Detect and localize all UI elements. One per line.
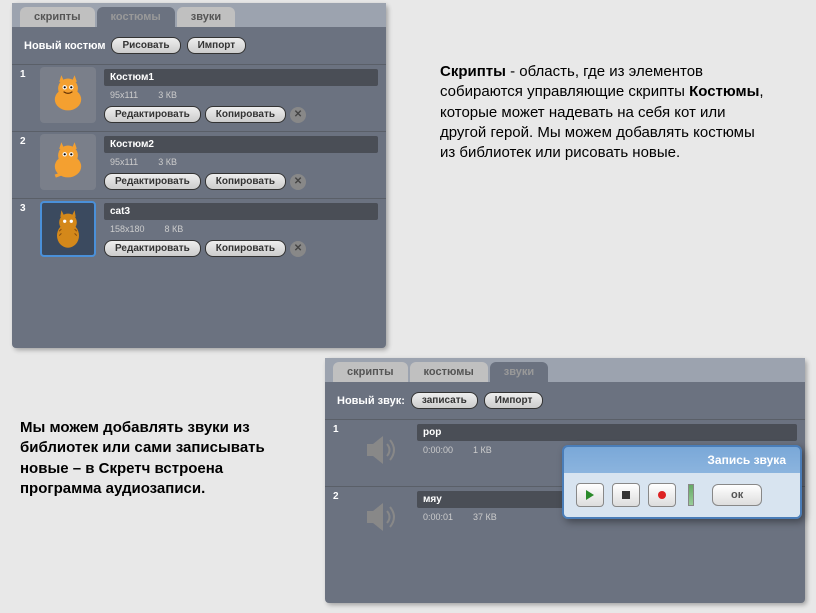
costume-dim: 158x180: [110, 224, 145, 234]
vu-meter: [688, 484, 694, 506]
sound-time: 0:00:01: [423, 512, 453, 522]
costume-thumbnail[interactable]: [40, 67, 96, 123]
item-number: 1: [20, 69, 32, 80]
draw-button[interactable]: Рисовать: [111, 37, 180, 54]
edit-button[interactable]: Редактировать: [104, 173, 201, 190]
copy-button[interactable]: Копировать: [205, 106, 286, 123]
costume-buttons: Редактировать Копировать ✕: [104, 240, 378, 257]
copy-button[interactable]: Копировать: [205, 240, 286, 257]
costume-dim: 95x111: [110, 157, 138, 167]
play-icon: [585, 490, 595, 500]
costume-info: cat3 158x180 8 КВ Редактировать Копирова…: [104, 203, 378, 257]
tab-costumes[interactable]: костюмы: [97, 7, 175, 27]
costume-name[interactable]: cat3: [104, 203, 378, 220]
costume-meta: 95x111 3 КВ: [104, 88, 378, 106]
item-number: 2: [20, 136, 32, 147]
description-sounds: Мы можем добавлять звуки из библиотек ил…: [20, 418, 290, 499]
costume-info: Костюм2 95x111 3 КВ Редактировать Копиро…: [104, 136, 378, 190]
recorder-body: ок: [564, 473, 800, 517]
costume-dim: 95x111: [110, 90, 138, 100]
new-costume-label: Новый костюм: [24, 40, 105, 52]
ok-button[interactable]: ок: [712, 484, 762, 506]
costume-item: 2 Костюм2 95x111 3 КВ Редактировать Копи…: [12, 131, 386, 198]
play-button[interactable]: [576, 483, 604, 507]
delete-icon[interactable]: ✕: [290, 174, 306, 190]
costume-meta: 95x111 3 КВ: [104, 155, 378, 173]
costume-size: 8 КВ: [165, 224, 184, 234]
cat-icon: [46, 140, 90, 184]
costume-item: 3 cat3 158x180 8 КВ Редактировать Копиро…: [12, 198, 386, 265]
costume-size: 3 КВ: [158, 157, 177, 167]
speaker-icon: [361, 430, 401, 470]
item-number: 1: [333, 424, 345, 435]
tab-sounds[interactable]: звуки: [177, 7, 235, 27]
edit-button[interactable]: Редактировать: [104, 106, 201, 123]
stop-icon: [621, 490, 631, 500]
sound-thumbnail[interactable]: [353, 489, 409, 545]
bold-costumes: Костюмы: [689, 83, 759, 100]
costume-item: 1 Костюм1 95x111 3 КВ Редактировать Копи…: [12, 64, 386, 131]
tabs-bar: скрипты костюмы звуки: [325, 358, 805, 382]
cat-icon: [46, 207, 90, 251]
item-number: 2: [333, 491, 345, 502]
delete-icon[interactable]: ✕: [290, 241, 306, 257]
costume-name[interactable]: Костюм2: [104, 136, 378, 153]
import-button[interactable]: Импорт: [187, 37, 247, 54]
costume-name[interactable]: Костюм1: [104, 69, 378, 86]
sound-name[interactable]: pop: [417, 424, 797, 441]
costume-buttons: Редактировать Копировать ✕: [104, 173, 378, 190]
stop-button[interactable]: [612, 483, 640, 507]
tab-scripts[interactable]: скрипты: [20, 7, 95, 27]
bold-scripts: Скрипты: [440, 63, 506, 80]
cat-icon: [46, 73, 90, 117]
costume-info: Костюм1 95x111 3 КВ Редактировать Копиро…: [104, 69, 378, 123]
sound-toolbar: Новый звук: записать Импорт: [325, 382, 805, 419]
sound-time: 0:00:00: [423, 445, 453, 455]
sounds-text: Мы можем добавлять звуки из библиотек ил…: [20, 419, 265, 497]
import-button[interactable]: Импорт: [484, 392, 544, 409]
sound-size: 37 КВ: [473, 512, 497, 522]
costume-size: 3 КВ: [158, 90, 177, 100]
costumes-panel: скрипты костюмы звуки Новый костюм Рисов…: [12, 3, 386, 348]
record-icon: [657, 490, 667, 500]
tab-sounds[interactable]: звуки: [490, 362, 548, 382]
speaker-icon: [361, 497, 401, 537]
recorder-dialog: Запись звука ок: [562, 445, 802, 519]
description-scripts: Скрипты - область, где из элементов соби…: [440, 62, 770, 163]
costume-toolbar: Новый костюм Рисовать Импорт: [12, 27, 386, 64]
new-sound-label: Новый звук:: [337, 395, 405, 407]
recorder-title: Запись звука: [564, 447, 800, 473]
record-button[interactable]: записать: [411, 392, 478, 409]
sound-thumbnail[interactable]: [353, 422, 409, 478]
item-number: 3: [20, 203, 32, 214]
tab-scripts[interactable]: скрипты: [333, 362, 408, 382]
tab-costumes[interactable]: костюмы: [410, 362, 488, 382]
delete-icon[interactable]: ✕: [290, 107, 306, 123]
edit-button[interactable]: Редактировать: [104, 240, 201, 257]
rec-button[interactable]: [648, 483, 676, 507]
tabs-bar: скрипты костюмы звуки: [12, 3, 386, 27]
costume-meta: 158x180 8 КВ: [104, 222, 378, 240]
costume-thumbnail[interactable]: [40, 134, 96, 190]
sound-size: 1 КВ: [473, 445, 492, 455]
costume-buttons: Редактировать Копировать ✕: [104, 106, 378, 123]
copy-button[interactable]: Копировать: [205, 173, 286, 190]
costume-thumbnail[interactable]: [40, 201, 96, 257]
